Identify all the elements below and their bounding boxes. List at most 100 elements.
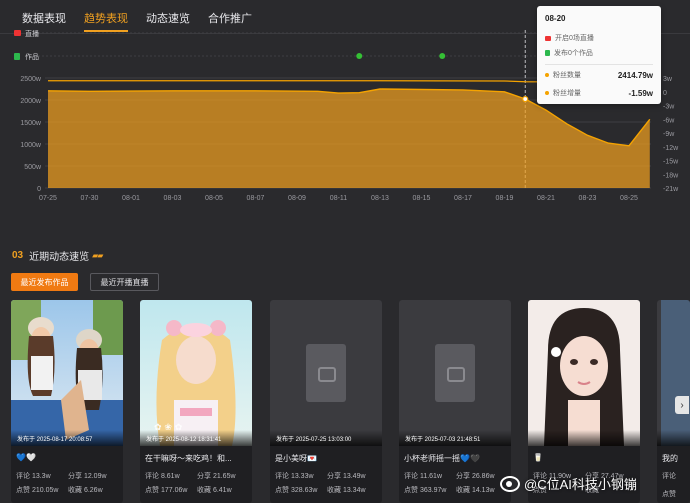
section-heading: 03 近期动态速览 ▰▰ (12, 248, 103, 263)
x-tick-label: 08-09 (288, 195, 306, 202)
work-stats: 评论 13.33w 分享 13.49w 点赞 328.63w 收藏 13.34w (275, 471, 379, 495)
y-left-tick-label: 500w (24, 164, 42, 171)
work-card[interactable]: 🥛 评论 11.90w 分享 27.47w 点赞 收藏 (528, 300, 640, 503)
y-right-tick-label: -3w (663, 104, 675, 111)
work-stats: 评论 11.61w 分享 26.86w 点赞 363.97w 收藏 14.13w (404, 471, 508, 495)
comments-stat: 评论 11.61w (404, 473, 442, 480)
y-right-tick-label: -15w (663, 159, 679, 166)
publish-time: 发布于 2025-07-25 13:03:00 (270, 430, 382, 446)
likes-stat: 点赞 363.97w (404, 487, 447, 494)
work-card[interactable]: 发布于 2025-07-25 13:03:00 是小美呀💌 评论 13.33w … (270, 300, 382, 503)
x-tick-label: 08-05 (205, 195, 223, 202)
highlight-point (522, 95, 529, 103)
likes-stat: 点赞 328.63w (275, 487, 318, 494)
likes-stat: 点赞 177.06w (145, 487, 188, 494)
photo-two-girls-image (11, 300, 123, 446)
x-tick-label: 08-01 (122, 195, 140, 202)
y-left-tick-label: 1000w (20, 142, 42, 149)
live-icon (545, 35, 551, 41)
section-number: 03 (12, 250, 24, 261)
watermark: @C位AI科技小钢镚 (500, 474, 637, 493)
saves-stat: 收藏 6.41w (197, 487, 232, 494)
saves-stat: 收藏 6.26w (68, 487, 103, 494)
photo-portrait-image (528, 300, 640, 446)
recent-live-button[interactable]: 最近开播直播 (90, 273, 159, 291)
section-title: 近期动态速览 (29, 252, 90, 263)
track-label-live: 直播 (25, 29, 39, 38)
work-title: 是小美呀💌 (275, 454, 317, 463)
x-tick-label: 08-15 (413, 195, 431, 202)
x-tick-label: 08-23 (579, 195, 597, 202)
y-right-tick-label: 3w (663, 76, 673, 83)
work-thumbnail[interactable] (11, 300, 123, 446)
shares-stat: 分享 13.49w (327, 473, 366, 480)
work-stats: 评论 点赞 (662, 471, 690, 503)
work-thumbnail[interactable] (270, 300, 382, 446)
publish-time: 发布于 2025-08-17 20:08:57 (11, 430, 123, 446)
work-thumbnail[interactable] (399, 300, 511, 446)
document-icon (545, 50, 550, 56)
work-stats: 评论 13.3w 分享 12.09w 点赞 210.05w 收藏 6.26w (16, 471, 120, 495)
work-title: 🥛 (533, 453, 543, 462)
tooltip-separator (545, 64, 653, 65)
shares-stat: 分享 12.09w (68, 473, 107, 480)
weibo-logo-icon (500, 475, 520, 492)
x-tick-label: 08-07 (247, 195, 265, 202)
x-tick-label: 07-25 (39, 195, 57, 202)
tooltip-works-text: 发布0个作品 (554, 50, 593, 57)
work-title: 我的 (662, 454, 678, 463)
tooltip-fans-growth-row: 粉丝增量 -1.59w (545, 88, 653, 98)
tooltip-live-text: 开启0场直播 (555, 35, 594, 42)
x-tick-label: 08-19 (496, 195, 514, 202)
y-left-tick-label: 2000w (20, 98, 42, 105)
y-left-tick-label: 0 (37, 186, 41, 193)
y-left-tick-label: 1500w (20, 120, 42, 127)
tooltip-live-row: 开启0场直播 (545, 33, 653, 43)
series-dot-icon (545, 73, 549, 77)
tooltip-works-row: 发布0个作品 (545, 48, 653, 58)
work-card[interactable]: ✿ ❀ ✿ 发布于 2025-08-12 18:31:41 在干嘛呀～来吃鸡！和… (140, 300, 252, 503)
x-tick-label: 08-17 (454, 195, 472, 202)
tooltip-date: 08-20 (545, 14, 566, 23)
publish-time: 发布于 2025-07-03 21:48:51 (399, 430, 511, 446)
y-right-tick-label: -6w (663, 117, 675, 124)
document-icon (14, 53, 20, 60)
x-tick-label: 08-13 (371, 195, 389, 202)
photo-lolita-image: ✿ ❀ ✿ (140, 300, 252, 446)
tooltip-fans-growth-value: -1.59w (628, 88, 653, 98)
x-tick-label: 08-25 (620, 195, 638, 202)
series-dot-icon (545, 91, 549, 95)
y-right-tick-label: -9w (663, 131, 675, 138)
tooltip-fans-growth-label: 粉丝增量 (553, 90, 581, 97)
chart-tooltip: 08-20 开启0场直播 发布0个作品 粉丝数量 2414.79w 粉丝增量 -… (537, 6, 661, 104)
y-right-tick-label: -21w (663, 186, 679, 193)
shares-stat: 分享 21.65w (197, 473, 236, 480)
track-label-works: 作品 (25, 52, 39, 61)
work-title: 在干嘛呀～来吃鸡！和... (145, 454, 232, 463)
saves-stat: 收藏 13.34w (327, 487, 366, 494)
work-thumbnail[interactable] (657, 300, 690, 446)
x-tick-label: 07-30 (81, 195, 99, 202)
y-left-tick-label: 2500w (20, 76, 42, 83)
y-right-tick-label: 0 (663, 90, 667, 97)
publish-time (657, 430, 690, 446)
x-tick-label: 08-03 (164, 195, 182, 202)
work-thumbnail[interactable] (528, 300, 640, 446)
work-card[interactable]: 发布于 2025-08-17 20:08:57 💙🤍 评论 13.3w 分享 1… (11, 300, 123, 503)
work-title: 💙🤍 (16, 453, 36, 462)
section-deco-icon: ▰▰ (92, 251, 103, 260)
comments-stat: 评论 (662, 473, 676, 480)
recent-works-button[interactable]: 最近发布作品 (11, 273, 78, 291)
comments-stat: 评论 13.33w (275, 473, 314, 480)
tooltip-fans-count-row: 粉丝数量 2414.79w (545, 70, 653, 80)
y-right-tick-label: -18w (663, 172, 679, 179)
publish-time: 发布于 2025-08-12 18:31:41 (140, 430, 252, 446)
comments-stat: 评论 8.61w (145, 473, 180, 480)
work-card[interactable]: 发布于 2025-07-03 21:48:51 小杯老师摇一摇💙🖤 评论 11.… (399, 300, 511, 503)
x-tick-label: 08-21 (537, 195, 555, 202)
likes-stat: 点赞 210.05w (16, 487, 59, 494)
work-stats: 评论 8.61w 分享 21.65w 点赞 177.06w 收藏 6.41w (145, 471, 249, 495)
work-thumbnail[interactable]: ✿ ❀ ✿ (140, 300, 252, 446)
chevron-right-icon[interactable]: › (675, 396, 689, 414)
video-placeholder-icon (435, 344, 475, 402)
